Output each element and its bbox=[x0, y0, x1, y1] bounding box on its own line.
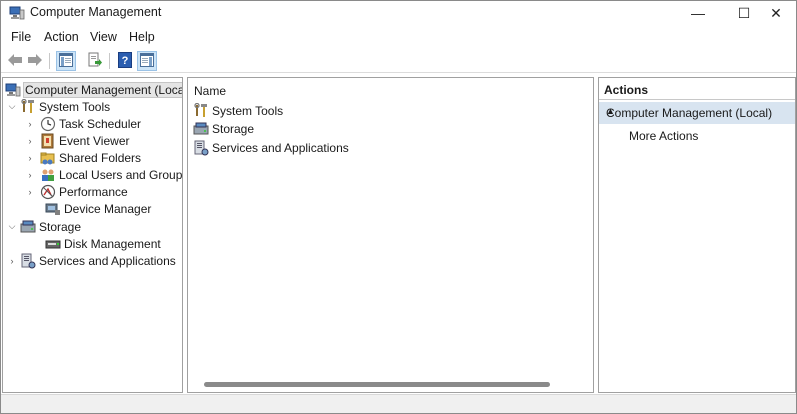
tree-item-label: Local Users and Groups bbox=[59, 167, 183, 182]
menu-bar: File Action View Help bbox=[1, 28, 796, 48]
tree-item-label: Storage bbox=[39, 219, 82, 234]
services-and-applications-icon bbox=[20, 253, 36, 269]
actions-section-computer-management[interactable]: Computer Management (Local) ▲ bbox=[599, 102, 795, 124]
tree-item-label: System Tools bbox=[39, 99, 111, 114]
tree-item-label: Performance bbox=[59, 184, 128, 199]
actions-pane: Actions Computer Management (Local) ▲ Mo… bbox=[598, 77, 796, 393]
export-list-button[interactable] bbox=[85, 51, 105, 71]
device-manager-icon bbox=[45, 201, 61, 217]
close-button[interactable]: ✕ bbox=[753, 1, 797, 25]
collapse-arrow-icon[interactable]: ▲ bbox=[606, 106, 789, 116]
chevron-right-icon[interactable]: › bbox=[7, 256, 17, 266]
tree-item-computer-management[interactable]: Computer Management (Local) bbox=[5, 81, 182, 98]
list-item-storage[interactable]: Storage bbox=[193, 120, 254, 137]
list-item-label: Storage bbox=[212, 121, 255, 136]
forward-arrow-icon bbox=[27, 53, 43, 70]
tree-item-local-users-and-groups[interactable]: › Local Users and Groups bbox=[25, 166, 183, 183]
tree-item-device-manager[interactable]: Device Manager bbox=[40, 200, 151, 217]
maximize-icon: ☐ bbox=[737, 4, 751, 21]
services-and-applications-icon bbox=[193, 140, 209, 156]
more-actions-link[interactable]: More Actions bbox=[629, 129, 698, 143]
back-button[interactable] bbox=[5, 51, 25, 71]
actions-header: Actions bbox=[599, 78, 795, 100]
export-list-icon bbox=[87, 52, 103, 71]
show-hide-console-tree-icon bbox=[59, 52, 73, 70]
chevron-right-icon[interactable]: › bbox=[25, 119, 35, 129]
forward-button[interactable] bbox=[25, 51, 45, 71]
list-item-label: Services and Applications bbox=[212, 140, 349, 155]
storage-icon bbox=[193, 121, 209, 137]
show-hide-action-pane-icon bbox=[140, 52, 154, 70]
close-icon: ✕ bbox=[770, 4, 782, 21]
system-tools-icon bbox=[20, 98, 36, 115]
title-bar: Computer Management — ☐ ✕ bbox=[1, 1, 796, 25]
window-title: Computer Management bbox=[30, 5, 162, 19]
computer-management-app-icon bbox=[9, 6, 25, 20]
tree-item-storage[interactable]: ⌵ Storage bbox=[7, 218, 81, 235]
local-users-and-groups-icon bbox=[40, 167, 56, 183]
tree-item-label: Task Scheduler bbox=[59, 116, 142, 131]
computer-management-window: Computer Management — ☐ ✕ File Action Vi… bbox=[0, 0, 797, 414]
toolbar: ? bbox=[1, 49, 796, 73]
tree-item-services-and-applications[interactable]: › Services and Applications bbox=[7, 252, 176, 269]
chevron-right-icon[interactable]: › bbox=[25, 136, 35, 146]
horizontal-scrollbar[interactable] bbox=[204, 382, 550, 387]
console-tree-pane: Computer Management (Local) ⌵ System Too… bbox=[2, 77, 183, 393]
chevron-down-icon[interactable]: ⌵ bbox=[7, 221, 17, 232]
minimize-icon: — bbox=[691, 5, 705, 21]
computer-management-icon bbox=[5, 82, 21, 98]
menu-view[interactable]: View bbox=[88, 30, 119, 44]
menu-help[interactable]: Help bbox=[127, 30, 157, 44]
results-pane: Name System Tools Storage Services and A… bbox=[187, 77, 594, 393]
storage-icon bbox=[20, 219, 36, 235]
help-button[interactable]: ? bbox=[115, 51, 135, 71]
disk-management-icon bbox=[45, 236, 61, 252]
event-viewer-icon bbox=[40, 133, 56, 149]
chevron-right-icon[interactable]: › bbox=[25, 187, 35, 197]
list-item-label: System Tools bbox=[212, 103, 284, 118]
chevron-right-icon[interactable]: › bbox=[25, 153, 35, 163]
shared-folders-icon bbox=[40, 150, 56, 166]
tree-item-label: Device Manager bbox=[64, 201, 152, 216]
column-header-name[interactable]: Name bbox=[194, 84, 226, 98]
tree-item-label: Services and Applications bbox=[39, 253, 176, 268]
menu-action[interactable]: Action bbox=[42, 30, 81, 44]
task-scheduler-icon bbox=[40, 116, 56, 132]
toolbar-separator bbox=[49, 53, 50, 69]
svg-text:?: ? bbox=[122, 55, 129, 67]
tree-item-label: Event Viewer bbox=[59, 133, 130, 148]
tree-item-label: Computer Management (Local) bbox=[22, 81, 182, 98]
minimize-button[interactable]: — bbox=[675, 1, 721, 25]
tree-item-shared-folders[interactable]: › Shared Folders bbox=[25, 149, 142, 166]
tree-item-event-viewer[interactable]: › Event Viewer bbox=[25, 132, 129, 149]
tree-item-label: Shared Folders bbox=[59, 150, 142, 165]
performance-icon bbox=[40, 184, 56, 200]
menu-file[interactable]: File bbox=[9, 30, 33, 44]
list-item-services-and-applications[interactable]: Services and Applications bbox=[193, 139, 349, 156]
tree-item-disk-management[interactable]: Disk Management bbox=[40, 235, 161, 252]
show-hide-console-tree-button[interactable] bbox=[56, 51, 76, 71]
chevron-right-icon[interactable]: › bbox=[25, 170, 35, 180]
tree-item-system-tools[interactable]: ⌵ System Tools bbox=[7, 98, 110, 115]
status-bar bbox=[1, 394, 796, 413]
actions-title: Actions bbox=[604, 83, 649, 97]
tree-item-task-scheduler[interactable]: › Task Scheduler bbox=[25, 115, 141, 132]
chevron-down-icon[interactable]: ⌵ bbox=[7, 101, 17, 112]
show-hide-action-pane-button[interactable] bbox=[137, 51, 157, 71]
back-arrow-icon bbox=[7, 53, 23, 70]
list-item-system-tools[interactable]: System Tools bbox=[193, 102, 283, 119]
help-icon: ? bbox=[118, 51, 132, 71]
system-tools-icon bbox=[193, 102, 209, 119]
tree-item-performance[interactable]: › Performance bbox=[25, 183, 128, 200]
toolbar-separator bbox=[109, 53, 110, 69]
tree-item-label: Disk Management bbox=[64, 236, 161, 251]
